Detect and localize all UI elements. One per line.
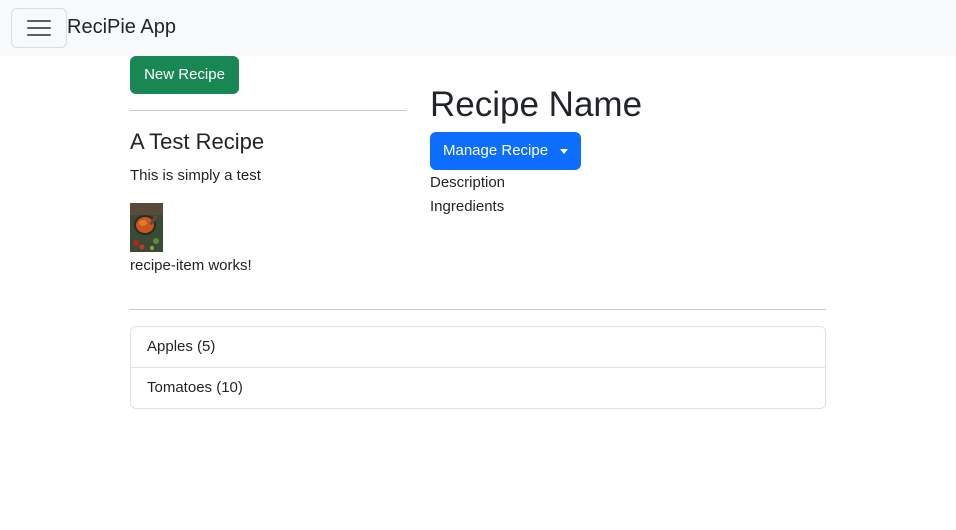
divider bbox=[130, 309, 826, 310]
recipe-thumbnail-image bbox=[130, 203, 163, 252]
hamburger-menu-icon bbox=[27, 34, 51, 36]
recipe-item-works-text: recipe-item works! bbox=[130, 257, 252, 274]
recipe-item-title: A Test Recipe bbox=[130, 129, 265, 154]
navbar-toggle-button[interactable] bbox=[11, 8, 67, 48]
app-brand[interactable]: ReciPie App bbox=[67, 14, 176, 40]
recipe-detail-title: Recipe Name bbox=[430, 85, 643, 124]
hamburger-menu-icon bbox=[27, 20, 51, 22]
recipe-item-description: This is simply a test bbox=[130, 167, 261, 184]
recipe-detail-description: Description bbox=[430, 174, 506, 191]
shopping-list-item[interactable]: Tomatoes (10) bbox=[131, 367, 825, 408]
hamburger-menu-icon bbox=[27, 27, 51, 29]
caret-down-icon bbox=[560, 149, 568, 154]
new-recipe-button[interactable]: New Recipe bbox=[130, 56, 239, 94]
divider bbox=[130, 110, 406, 111]
manage-recipe-label: Manage Recipe bbox=[443, 142, 549, 159]
recipe-detail-ingredients: Ingredients bbox=[430, 198, 505, 215]
shopping-list-item[interactable]: Apples (5) bbox=[131, 327, 825, 367]
shopping-list: Apples (5) Tomatoes (10) bbox=[130, 326, 826, 409]
navbar: ReciPie App bbox=[0, 0, 956, 56]
manage-recipe-dropdown-button[interactable]: Manage Recipe bbox=[430, 132, 581, 170]
